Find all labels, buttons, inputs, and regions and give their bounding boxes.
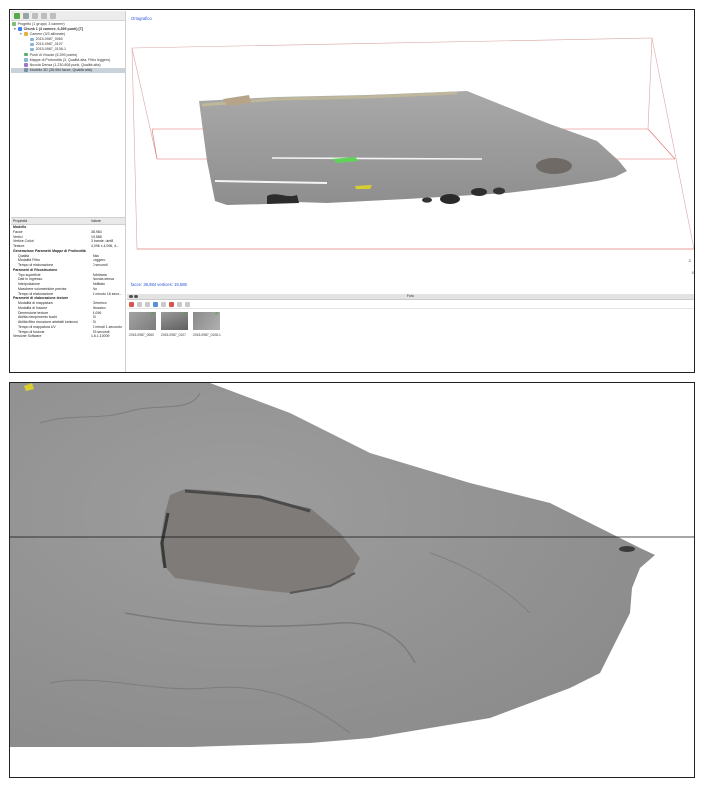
dense-cloud-icon: [24, 63, 28, 67]
photo-image: ✔: [129, 312, 156, 330]
rotate-right-icon[interactable]: [145, 301, 150, 307]
axis-x-label: X: [691, 271, 694, 275]
check-icon: ✔: [182, 312, 187, 317]
tree-label: Mappe di Profondità (3, Qualità alta, Fi…: [29, 57, 111, 62]
textured-mesh: [199, 91, 627, 205]
properties-body: Modello Facce 38,984 Vertici 19,588 Vertice C…: [11, 225, 125, 339]
software-window: Progetto (1 gruppi, 3 camere) ▾ Chunk 1 (…: [9, 9, 695, 373]
tree-label: Punti di Vincolo (6,399 points): [29, 52, 78, 57]
disable-camera-icon[interactable]: [161, 301, 166, 307]
photo-thumbnail[interactable]: ✔ 2015-0987_0107: [161, 312, 188, 337]
photo-image: ✔: [161, 312, 188, 330]
remove-icon[interactable]: [32, 12, 38, 19]
project-icon: [12, 22, 16, 26]
workspace-toolbar: [11, 11, 125, 21]
settings-icon[interactable]: [41, 12, 47, 19]
axis-z-label: Z: [688, 259, 691, 263]
tree-label: Modello 3D (38,984 facce, Qualità alta): [29, 67, 92, 72]
photo-thumbnail[interactable]: ✔ 2015-0987_0108-1: [193, 312, 221, 337]
tree-label: Chunk 1 (3 camere, 6,399 punti) [T]: [23, 27, 84, 32]
tree-label: 2015-0987_0060: [35, 37, 63, 42]
points-icon: [24, 52, 28, 57]
photos-panel: Foto ✔ 2015-0987_0060 ✔ 2015-0987_0107 ✔: [127, 294, 694, 372]
tree-label: Progetto (1 gruppi, 3 camere): [17, 22, 65, 26]
tree-label: 2015-0987_0108-1: [35, 47, 66, 52]
property-row[interactable]: Versione Software 1.6.1.10009: [11, 334, 125, 339]
reset-icon[interactable]: [169, 301, 174, 307]
model-closeup-view[interactable]: [9, 382, 695, 778]
column-header-property[interactable]: Proprietà: [11, 218, 91, 224]
tree-label: Nuvola Densa (1,230,808 punti, Qualità a…: [29, 62, 101, 67]
closeup-mesh[interactable]: [10, 383, 695, 778]
photo-thumbnails: ✔ 2015-0987_0060 ✔ 2015-0987_0107 ✔ 2015…: [129, 312, 221, 337]
depth-map-icon: [24, 57, 28, 62]
camera-icon: [30, 47, 34, 52]
view-mode-icon[interactable]: [185, 301, 190, 307]
rotate-left-icon[interactable]: [137, 301, 142, 307]
tree-label: 2015-0987_0107: [35, 42, 63, 47]
photo-caption: 2015-0987_0108-1: [193, 333, 221, 337]
check-icon: ✔: [150, 312, 155, 317]
photo-thumbnail[interactable]: ✔ 2015-0987_0060: [129, 312, 156, 337]
model-3d-view[interactable]: [127, 11, 694, 293]
photos-panel-title: Foto: [406, 294, 415, 298]
tree-item-model[interactable]: Modello 3D (38,984 facce, Qualità alta): [11, 67, 125, 73]
property-key: Versione Software: [13, 334, 42, 339]
photos-toolbar: [127, 300, 694, 309]
mesh-icon: [24, 68, 28, 72]
model-viewport[interactable]: Ortografico Z X facce: 38,984 vertices: …: [127, 11, 694, 293]
workspace-panel: Progetto (1 gruppi, 3 camere) ▾ Chunk 1 (…: [11, 11, 126, 372]
tree-label: Camere (3/3 allineate): [29, 32, 66, 37]
check-icon: ✔: [214, 312, 219, 317]
photo-caption: 2015-0987_0107: [161, 333, 186, 337]
close-icon[interactable]: [129, 294, 133, 299]
enable-camera-icon[interactable]: [153, 301, 158, 307]
properties-table: Proprietà Valore Modello Facce 38,984 Verti…: [11, 217, 125, 339]
column-header-value[interactable]: Valore: [91, 218, 125, 224]
model-stats-label: facce: 38,984 vertices: 19,588: [131, 282, 187, 287]
folder-icon: [24, 32, 28, 37]
chunk-icon: [18, 27, 22, 31]
details-icon[interactable]: [177, 301, 182, 307]
camera-icon: [30, 42, 34, 47]
more-icon[interactable]: [50, 12, 56, 19]
photo-image: ✔: [193, 312, 220, 330]
property-value: 1.6.1.10009: [91, 334, 110, 339]
photos-panel-titlebar: Foto: [127, 294, 694, 300]
add-photos-icon[interactable]: [23, 12, 29, 19]
photo-caption: 2015-0987_0060: [129, 333, 154, 337]
add-chunk-icon[interactable]: [14, 12, 20, 19]
properties-header: Proprietà Valore: [11, 217, 125, 225]
camera-icon: [30, 37, 34, 42]
float-icon[interactable]: [134, 294, 138, 299]
workspace-tree: Progetto (1 gruppi, 3 camere) ▾ Chunk 1 (…: [11, 21, 125, 73]
remove-camera-icon[interactable]: [129, 301, 134, 307]
